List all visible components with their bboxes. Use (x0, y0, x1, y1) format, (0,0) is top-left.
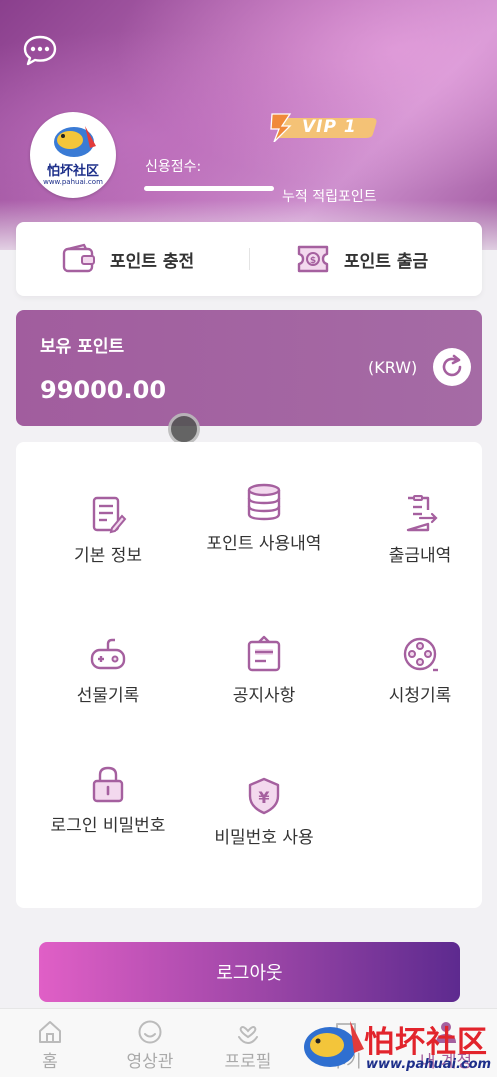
refresh-button[interactable] (433, 348, 471, 386)
nav-item-profile[interactable]: 프로필 (198, 1009, 298, 1077)
watermark-logo: 怕坏社区 www.pahuai.com (300, 1013, 497, 1076)
refresh-icon (442, 354, 462, 377)
clipboard-icon (247, 635, 281, 672)
home-icon (39, 1021, 61, 1043)
menu-label: 선물기록 (76, 686, 140, 706)
document-edit-icon (92, 496, 127, 534)
wallet-icon (62, 243, 95, 273)
vip-level-text: VIP 1 (302, 117, 357, 137)
nav-label: 홈 (42, 1052, 58, 1072)
database-icon (247, 483, 281, 521)
point-action-card: 포인트 충전 $ 포인트 출금 (16, 222, 482, 296)
menu-item-point-history[interactable]: 포인트 사용내역 (186, 482, 342, 556)
menu-item-gift-history[interactable]: 선물기록 (30, 634, 186, 708)
menu-label: 출금내역 (388, 546, 452, 566)
film-reel-icon (403, 637, 438, 672)
chat-bubble-icon[interactable] (22, 34, 58, 66)
avatar-logo-text: 怕坏社区 (46, 164, 99, 179)
heart-hands-icon (238, 1026, 258, 1045)
ticket-dollar-icon: $ (297, 245, 329, 273)
menu-label: 비밀번호 사용 (214, 828, 314, 848)
vip-badge: VIP 1 (268, 112, 380, 142)
avatar-logo-url: www.pahuai.com (43, 178, 103, 186)
menu-label: 기본 정보 (74, 546, 142, 566)
logout-button[interactable]: 로그아웃 (39, 942, 460, 1002)
points-value: 99000.00 (40, 376, 167, 404)
menu-item-login-password[interactable]: 로그인 비밀번호 (30, 764, 186, 838)
credit-score-label: 신용점수: (145, 159, 202, 175)
smile-icon (138, 1020, 162, 1044)
lock-icon (92, 766, 124, 803)
svg-text:$: $ (310, 256, 316, 266)
menu-item-watch-history[interactable]: 시청기록 (342, 634, 497, 708)
avatar[interactable]: 怕坏社区 www.pahuai.com (30, 112, 116, 198)
menu-label: 포인트 사용내역 (206, 534, 322, 554)
menu-label: 공지사항 (232, 686, 296, 706)
points-balance-card: 보유 포인트 99000.00 (KRW) (16, 310, 482, 426)
yen-shield-icon: ¥ (248, 777, 280, 815)
menu-item-withdraw-history[interactable]: 출금내역 (342, 494, 497, 568)
floating-drag-handle[interactable] (168, 413, 200, 445)
charge-points-button[interactable]: 포인트 충전 (62, 222, 194, 296)
credit-score-bar (144, 186, 274, 191)
menu-item-basic-info[interactable]: 기본 정보 (30, 494, 186, 568)
action-divider (249, 248, 250, 270)
watermark-url: www.pahuai.com (366, 1057, 492, 1072)
points-currency: (KRW) (368, 358, 418, 377)
nav-item-home[interactable]: 홈 (0, 1009, 100, 1077)
nav-label: 프로필 (224, 1052, 272, 1072)
charge-points-label: 포인트 충전 (110, 251, 195, 272)
logout-label: 로그아웃 (216, 963, 283, 984)
nav-label: 영상관 (126, 1052, 174, 1072)
points-title: 보유 포인트 (40, 337, 125, 357)
menu-grid: 기본 정보 포인트 사용내역 출금내역 선물기록 공지사항 시청기록 로그인 비… (16, 442, 482, 908)
withdraw-points-button[interactable]: $ 포인트 출금 (296, 222, 428, 296)
export-document-icon (406, 495, 438, 532)
nav-item-videos[interactable]: 영상관 (100, 1009, 200, 1077)
withdraw-points-label: 포인트 출금 (344, 251, 429, 272)
watermark-fish-icon (304, 1021, 364, 1067)
menu-label: 시청기록 (388, 686, 452, 706)
menu-item-notice[interactable]: 공지사항 (186, 634, 342, 708)
menu-label: 로그인 비밀번호 (50, 816, 166, 836)
menu-item-payment-password[interactable]: ¥ 비밀번호 사용 (186, 776, 342, 850)
gamepad-icon (90, 638, 126, 670)
accumulated-points-label: 누적 적립포인트 (282, 189, 377, 205)
svg-text:¥: ¥ (258, 788, 269, 807)
watermark-text: 怕坏社区 (364, 1025, 488, 1060)
